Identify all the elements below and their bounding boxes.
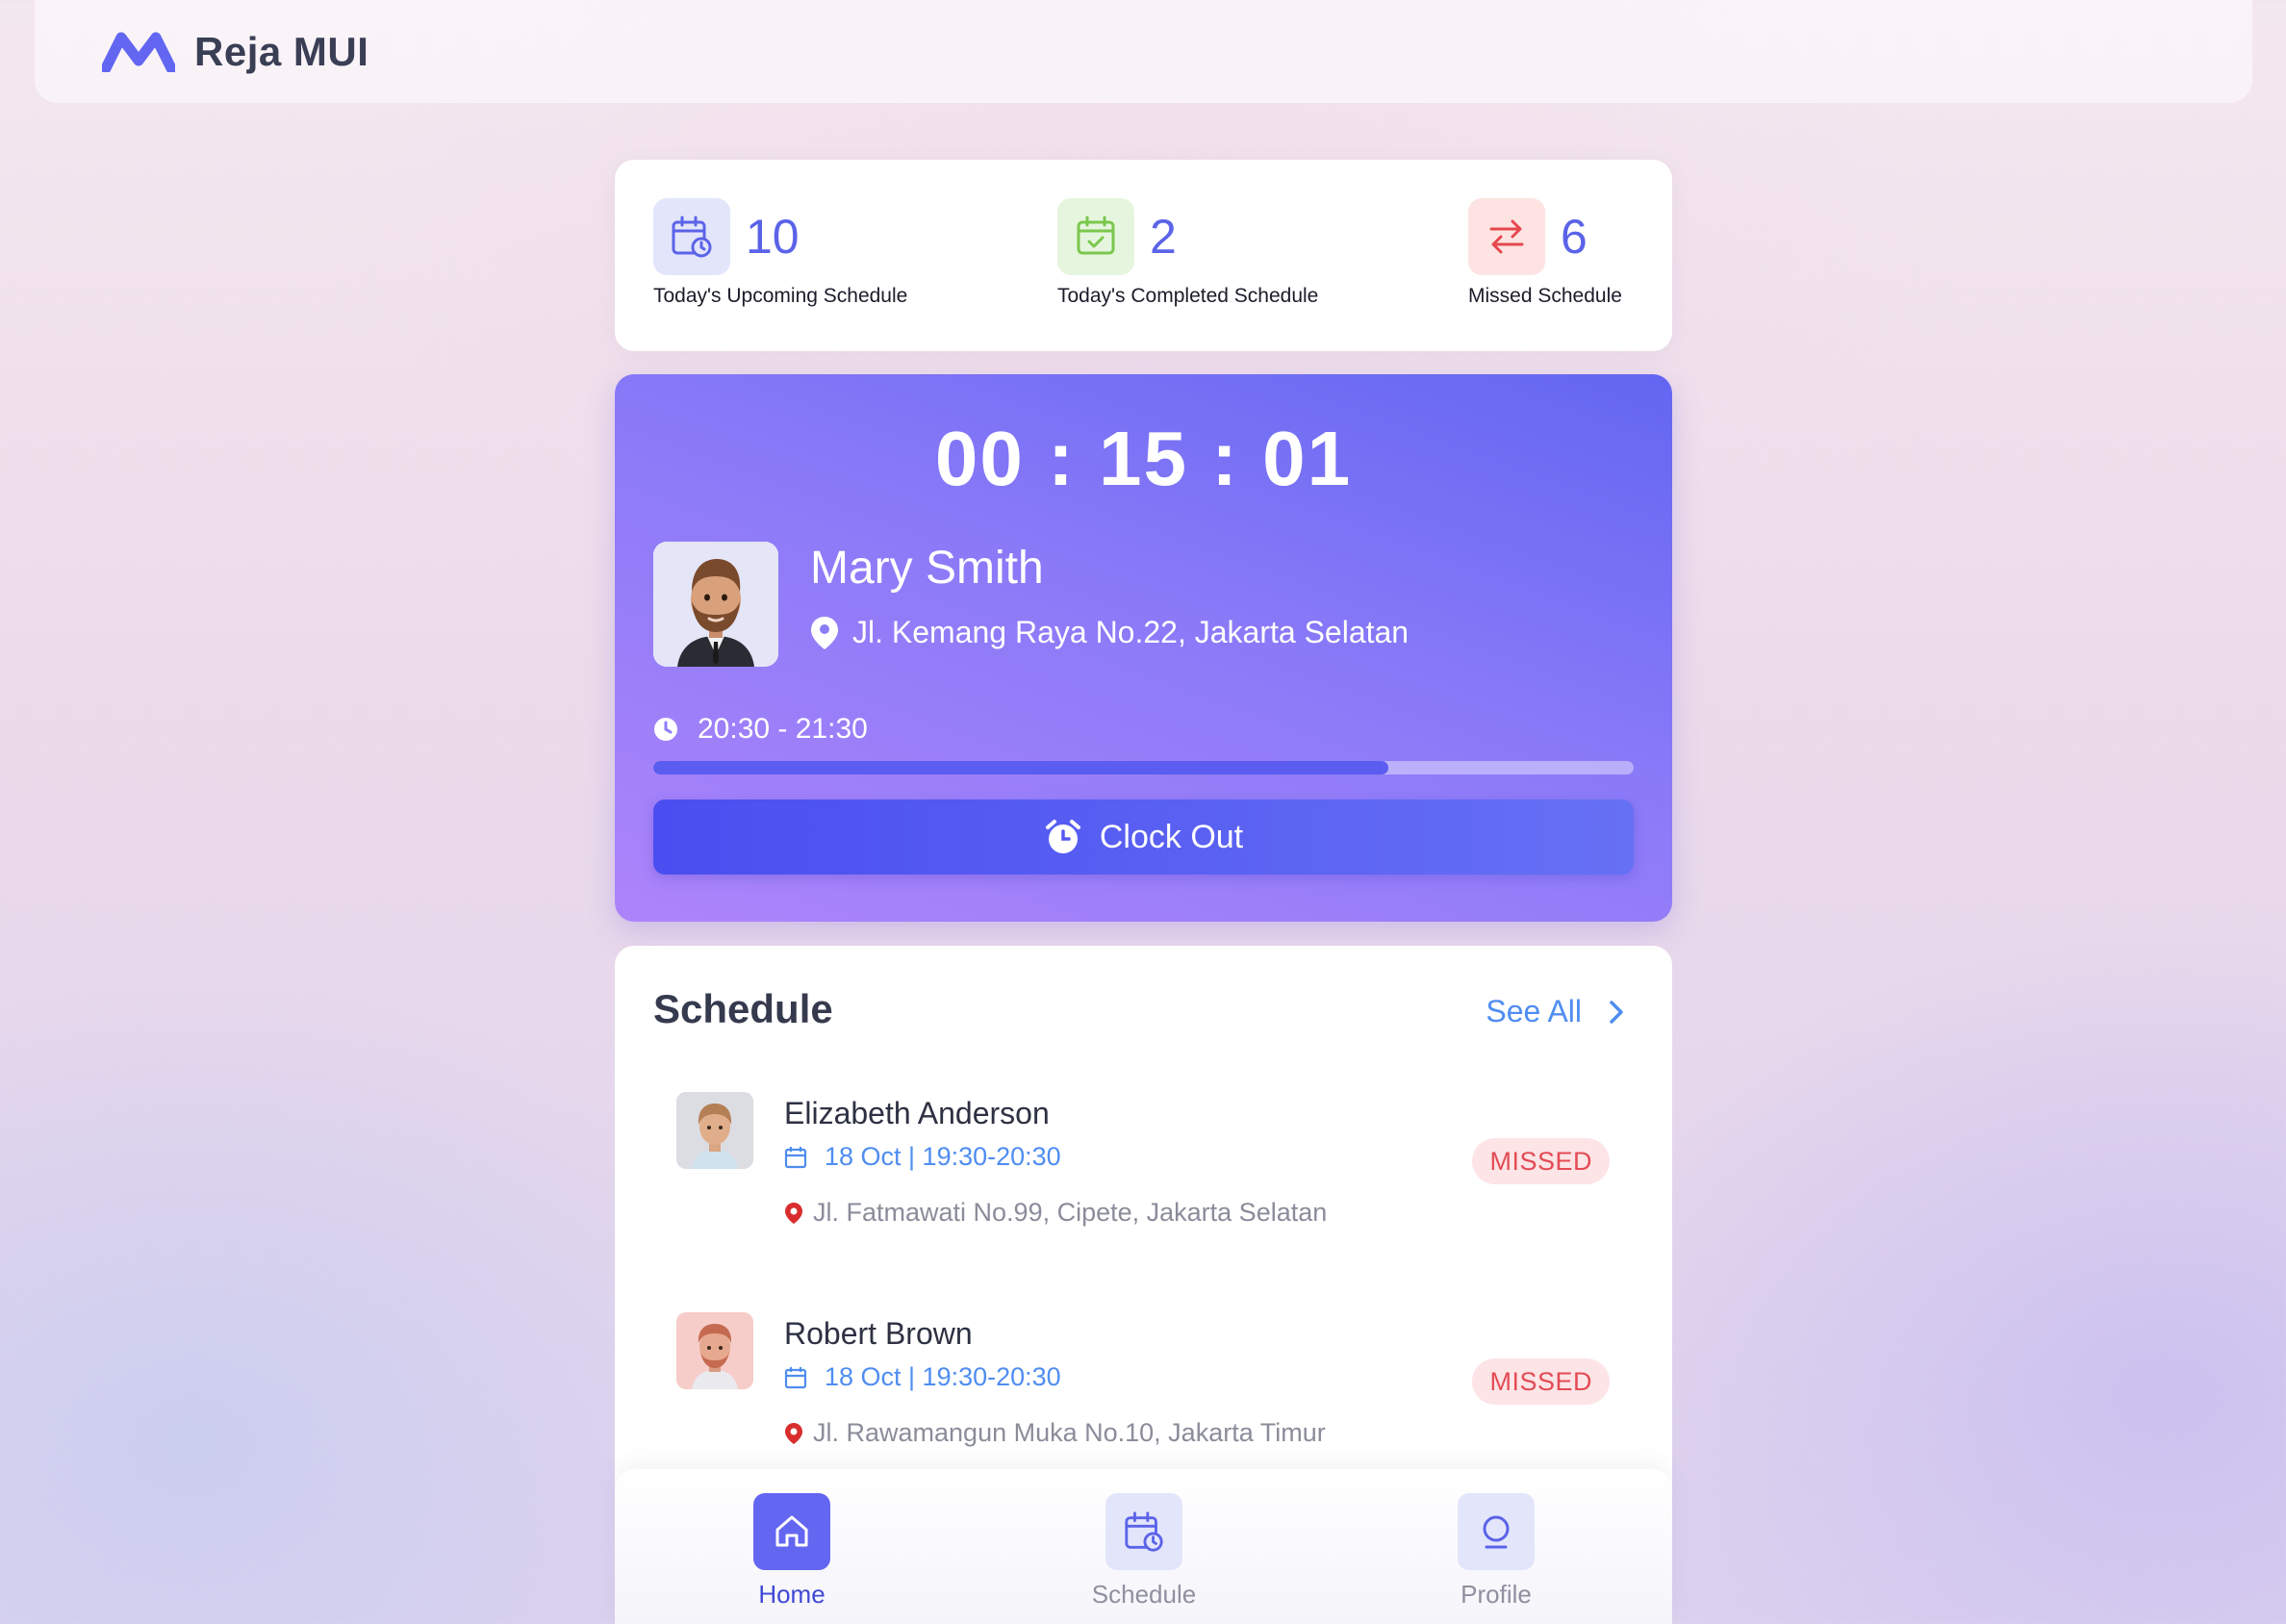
nav-label-home: Home <box>758 1580 826 1609</box>
clock-out-label: Clock Out <box>1099 818 1244 855</box>
stat-missed-value: 6 <box>1561 210 1588 264</box>
item-address: Jl. Rawamangun Muka No.10, Jakarta Timur <box>784 1418 1326 1448</box>
visit-progress-bar <box>653 761 1634 774</box>
visit-address-text: Jl. Kemang Raya No.22, Jakarta Selatan <box>852 615 1410 649</box>
nav-item-schedule[interactable]: Schedule <box>1067 1493 1221 1610</box>
calendar-icon <box>784 1146 807 1168</box>
visit-address: Jl. Kemang Raya No.22, Jakarta Selatan <box>810 615 1409 650</box>
calendar-clock-icon <box>1105 1493 1182 1570</box>
nav-label-schedule: Schedule <box>1091 1580 1197 1609</box>
schedule-title: Schedule <box>653 986 833 1031</box>
visit-time-range-text: 20:30 - 21:30 <box>698 713 868 745</box>
swap-arrows-icon <box>1468 198 1545 275</box>
item-date-text: 18 Oct | 19:30-20:30 <box>825 1142 1061 1171</box>
avatar <box>653 542 778 667</box>
visit-timer: 00 : 15 : 01 <box>934 416 1353 501</box>
location-pin-icon <box>785 1422 802 1444</box>
active-visit-card: 00 : 15 : 01 Mary Smith Jl. Kemang Raya … <box>615 374 1672 922</box>
item-client-name: Robert Brown <box>784 1316 973 1351</box>
profile-icon <box>1458 1493 1535 1570</box>
avatar <box>676 1312 753 1389</box>
nav-item-home[interactable]: Home <box>715 1493 869 1610</box>
calendar-icon <box>784 1366 807 1388</box>
calendar-clock-icon <box>653 198 730 275</box>
nav-label-profile: Profile <box>1460 1580 1532 1609</box>
item-address-text: Jl. Fatmawati No.99, Cipete, Jakarta Sel… <box>813 1198 1328 1227</box>
item-date: 18 Oct | 19:30-20:30 <box>784 1362 1061 1392</box>
brand-logo-icon[interactable] <box>102 32 175 72</box>
chevron-right-icon <box>1610 1000 1623 1024</box>
stat-missed[interactable]: 6 Missed Schedule <box>1468 198 1622 308</box>
stat-upcoming-value: 10 <box>746 210 800 264</box>
bottom-nav: Home Schedule Profile <box>615 1469 1672 1624</box>
home-icon <box>753 1493 830 1570</box>
avatar <box>676 1092 753 1169</box>
stat-missed-label: Missed Schedule <box>1468 285 1622 307</box>
stat-completed[interactable]: 2 Today's Completed Schedule <box>1057 198 1318 308</box>
visit-progress-fill <box>653 761 1389 774</box>
see-all-link[interactable]: See All <box>1486 994 1624 1029</box>
stat-completed-label: Today's Completed Schedule <box>1057 285 1319 307</box>
stats-card: 10 Today's Upcoming Schedule 2 Today's C… <box>615 160 1672 351</box>
clock-out-button[interactable]: Clock Out <box>653 799 1634 875</box>
list-item[interactable]: Elizabeth Anderson 18 Oct | 19:30-20:30 … <box>676 1092 1610 1265</box>
status-badge: MISSED <box>1472 1138 1610 1184</box>
visit-client-name: Mary Smith <box>810 543 1044 594</box>
status-badge: MISSED <box>1472 1358 1610 1405</box>
see-all-label: See All <box>1486 994 1582 1028</box>
item-date: 18 Oct | 19:30-20:30 <box>784 1142 1061 1172</box>
item-address-text: Jl. Rawamangun Muka No.10, Jakarta Timur <box>813 1418 1326 1447</box>
clock-icon <box>654 718 677 741</box>
visit-time-range: 20:30 - 21:30 <box>653 713 868 746</box>
item-address: Jl. Fatmawati No.99, Cipete, Jakarta Sel… <box>784 1198 1327 1228</box>
item-client-name: Elizabeth Anderson <box>784 1096 1050 1130</box>
stat-upcoming[interactable]: 10 Today's Upcoming Schedule <box>653 198 907 308</box>
stat-upcoming-label: Today's Upcoming Schedule <box>653 285 908 307</box>
alarm-clock-icon <box>1045 820 1080 853</box>
item-date-text: 18 Oct | 19:30-20:30 <box>825 1362 1061 1391</box>
nav-item-profile[interactable]: Profile <box>1419 1493 1573 1610</box>
list-item[interactable]: Robert Brown 18 Oct | 19:30-20:30 Jl. Ra… <box>676 1312 1610 1485</box>
brand-name: Reja MUI <box>194 28 369 74</box>
stat-completed-value: 2 <box>1150 210 1177 264</box>
location-pin-icon <box>785 1202 802 1224</box>
location-pin-icon <box>811 616 838 649</box>
top-header: Reja MUI <box>35 0 2252 103</box>
calendar-check-icon <box>1057 198 1134 275</box>
